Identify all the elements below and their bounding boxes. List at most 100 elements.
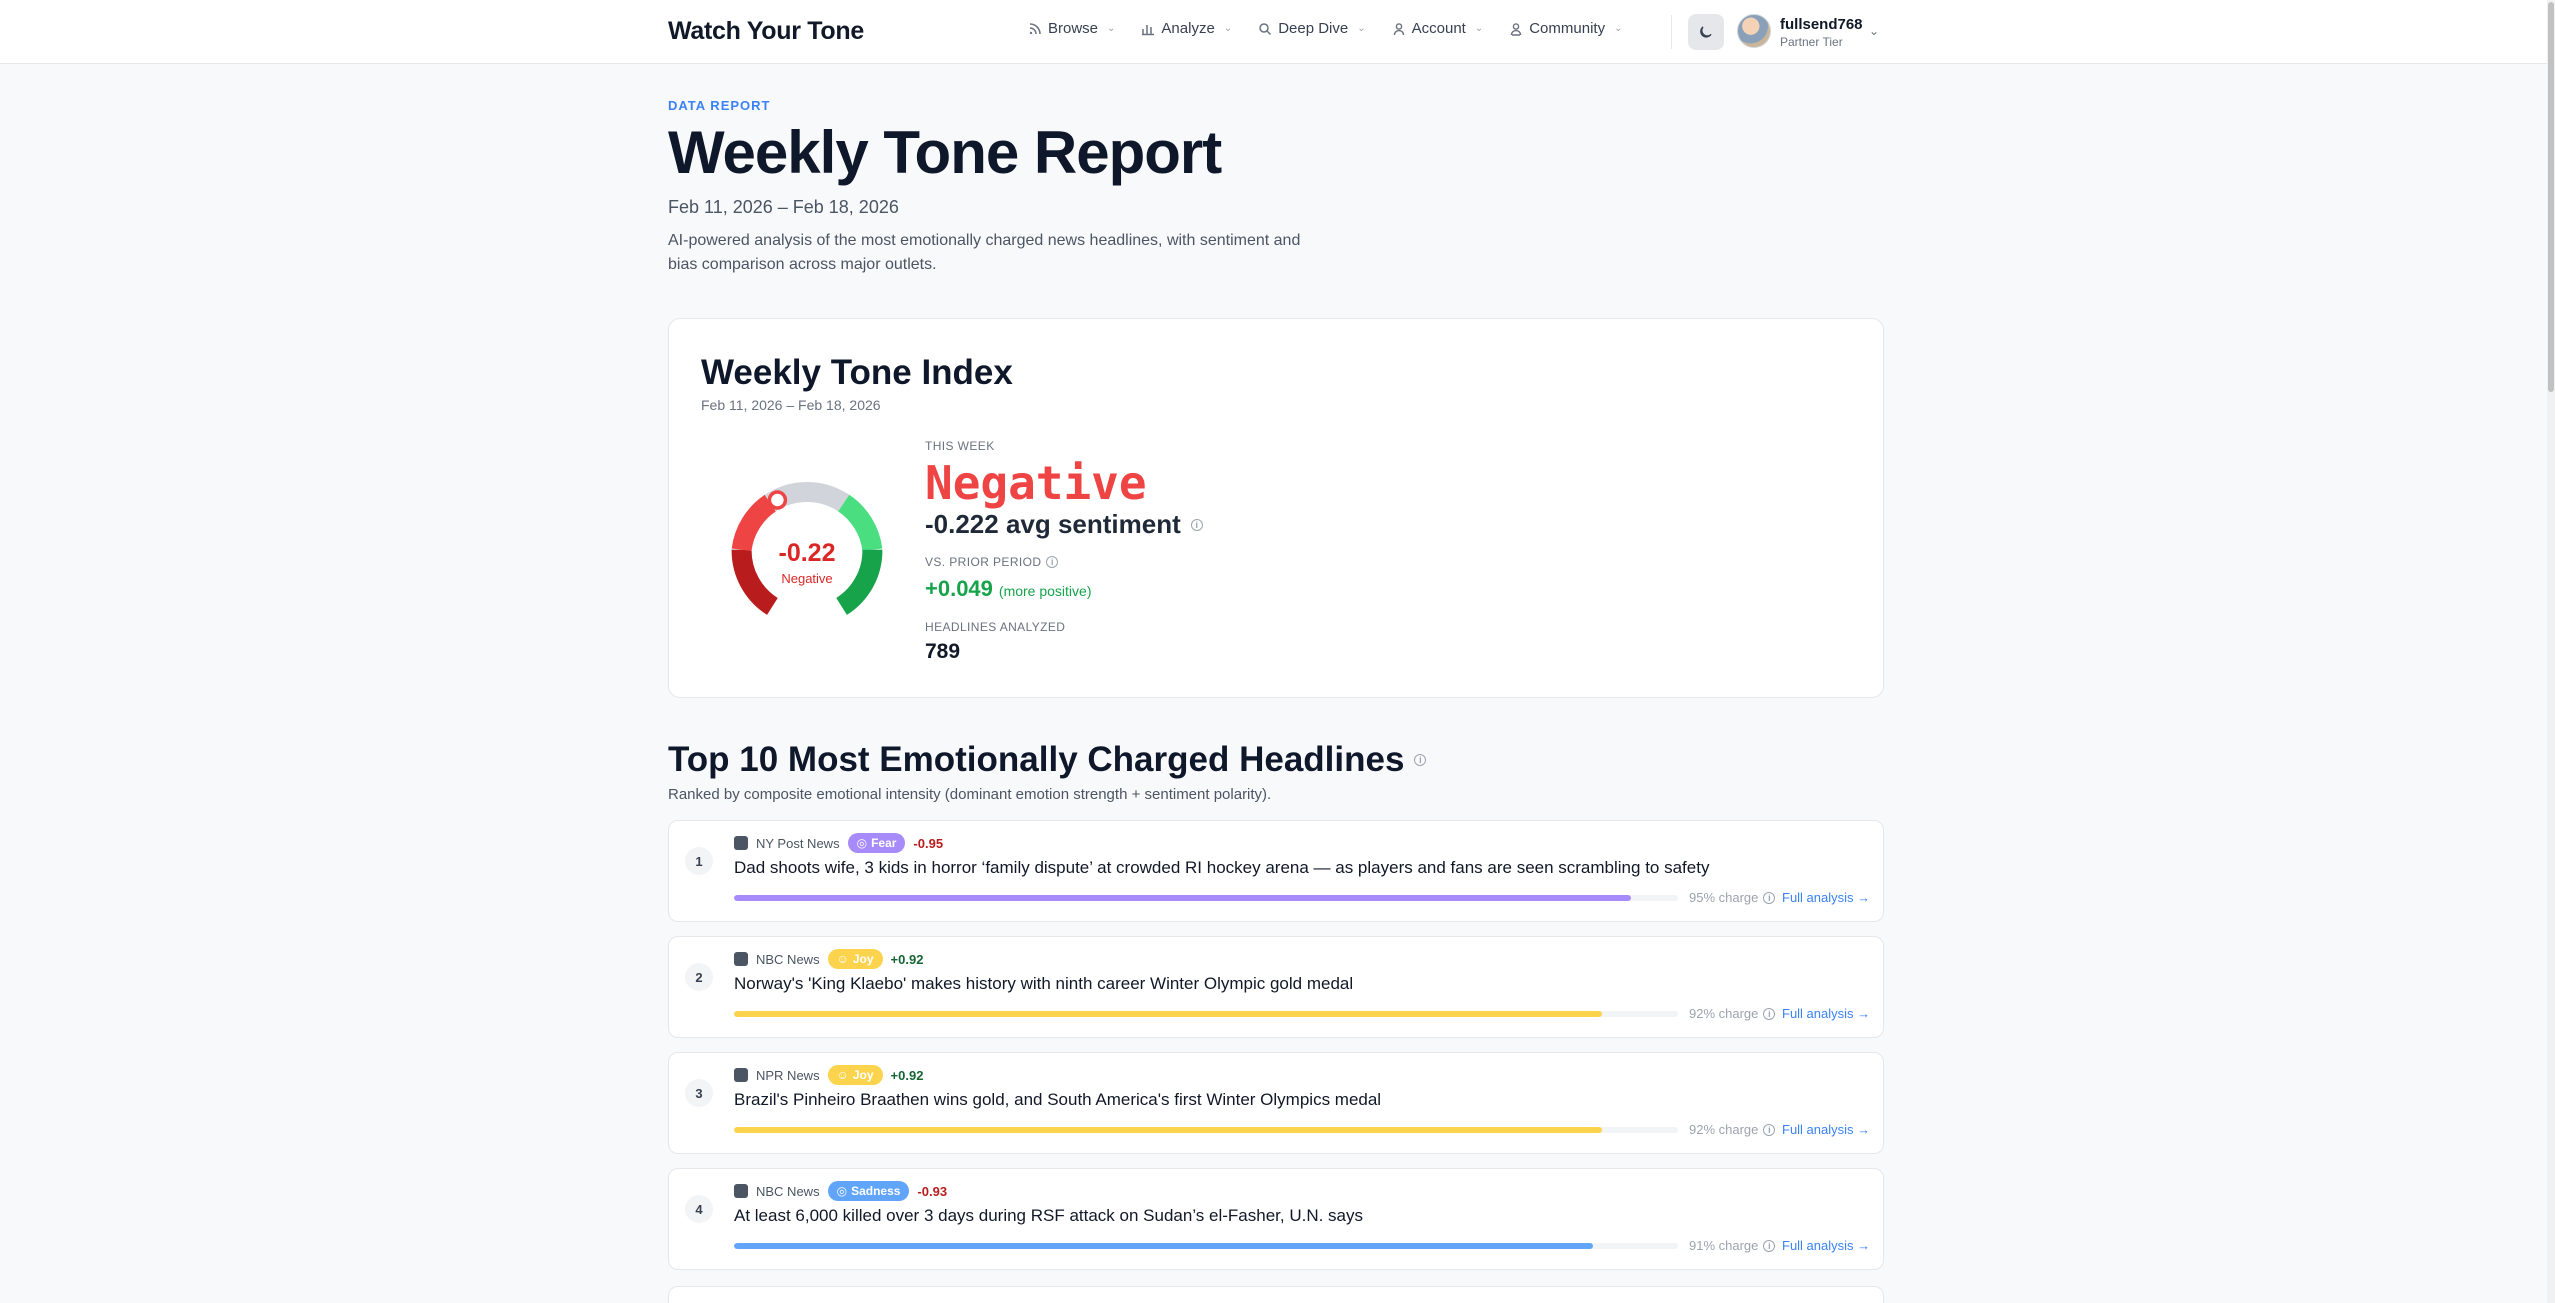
- headlines-count: 789: [925, 640, 961, 663]
- emotion-badge: ◎ Fear: [847, 833, 906, 853]
- eyebrow-label: DATA REPORT: [668, 98, 771, 113]
- chevron-down-icon: ⌄: [1474, 23, 1484, 34]
- main-menu: Browse ⌄ Analyze ⌄ Deep Dive ⌄ Account ⌄ Com…: [1028, 20, 1622, 37]
- info-icon[interactable]: i: [1190, 518, 1203, 531]
- report-date-range: Feb 11, 2026 – Feb 18, 2026: [668, 197, 899, 217]
- moon-icon: [1700, 26, 1712, 38]
- emotion-label: Joy: [852, 1068, 874, 1082]
- headline-text[interactable]: At least 6,000 killed over 3 days during…: [734, 1206, 1363, 1226]
- charge-text: 91% charge: [1689, 1238, 1759, 1253]
- this-week-label: THIS WEEK: [925, 439, 995, 453]
- rank-badge: 1: [685, 847, 713, 875]
- avatar[interactable]: [1737, 14, 1771, 48]
- tone-index-title: Weekly Tone Index: [701, 353, 1013, 392]
- charge-fill: [734, 1011, 1603, 1017]
- user-name[interactable]: fullsend768: [1780, 16, 1863, 33]
- info-icon[interactable]: i: [1763, 891, 1776, 904]
- tone-index-dates: Feb 11, 2026 – Feb 18, 2026: [701, 397, 881, 413]
- menu-account[interactable]: Account ⌄: [1392, 20, 1484, 37]
- emotion-dot-icon: ☺: [836, 952, 849, 966]
- avg-sentiment: -0.222 avg sentiment i: [925, 509, 1203, 540]
- rank-badge: 3: [685, 1079, 713, 1107]
- emotion-label: Fear: [871, 836, 897, 850]
- vs-prior-label: VS. PRIOR PERIOD: [925, 555, 1042, 569]
- charge-fill: [734, 895, 1631, 901]
- full-analysis-link[interactable]: Full analysis →: [1782, 890, 1870, 905]
- headline-text[interactable]: Dad shoots wife, 3 kids in horror ‘famil…: [734, 858, 1709, 878]
- headline-meta: NPR News ☺ Joy +0.92: [734, 1065, 923, 1085]
- sentiment-score: +0.92: [890, 951, 924, 967]
- menu-community[interactable]: Community ⌄: [1509, 20, 1622, 37]
- vs-prior-label-row: VS. PRIOR PERIOD i: [925, 555, 1059, 569]
- headline-meta: NBC News ◎ Sadness -0.93: [734, 1181, 947, 1201]
- full-analysis-link[interactable]: Full analysis →: [1782, 1006, 1870, 1021]
- menu-label: Community: [1529, 20, 1606, 37]
- info-icon[interactable]: i: [1046, 556, 1059, 568]
- source-logo-icon: [734, 952, 748, 966]
- emotion-badge: ☺ Joy: [827, 1065, 883, 1085]
- menu-label: Deep Dive: [1278, 20, 1349, 37]
- headline-row[interactable]: 1 NY Post News ◎ Fear -0.95 Dad shoots wi…: [668, 820, 1884, 922]
- headline-row-partial[interactable]: [668, 1286, 1884, 1303]
- charge-label: 92% charge i: [1689, 1006, 1776, 1021]
- scrollbar-thumb[interactable]: [2548, 2, 2554, 392]
- info-icon[interactable]: i: [1763, 1007, 1776, 1020]
- top-nav: Watch Your Tone Browse ⌄ Analyze ⌄ Deep Di…: [0, 0, 2555, 64]
- headline-text[interactable]: Norway's 'King Klaebo' makes history wit…: [734, 974, 1353, 994]
- page-title: Weekly Tone Report: [668, 119, 1222, 186]
- emotion-label: Joy: [852, 952, 874, 966]
- info-icon[interactable]: i: [1763, 1239, 1776, 1252]
- tone-index-card: Weekly Tone Index Feb 11, 2026 – Feb 18,…: [668, 318, 1884, 698]
- sentiment-score: +0.92: [890, 1067, 924, 1083]
- theme-toggle-button[interactable]: [1688, 14, 1724, 50]
- charge-track: [734, 1011, 1678, 1017]
- full-analysis-link[interactable]: Full analysis →: [1782, 1238, 1870, 1253]
- source-logo-icon: [734, 836, 748, 850]
- source-name: NPR News: [756, 1067, 820, 1083]
- user-tier: Partner Tier: [1780, 35, 1843, 49]
- charge-track: [734, 895, 1678, 901]
- gauge-value: -0.22: [779, 539, 836, 567]
- emotion-dot-icon: ◎: [836, 1184, 848, 1198]
- headline-text[interactable]: Brazil's Pinheiro Braathen wins gold, an…: [734, 1090, 1381, 1110]
- menu-analyze[interactable]: Analyze ⌄: [1141, 20, 1232, 37]
- bar-chart-icon: [1142, 24, 1155, 35]
- top10-title: Top 10 Most Emotionally Charged Headline…: [668, 740, 1405, 779]
- headline-row[interactable]: 4 NBC News ◎ Sadness -0.93 At least 6,000…: [668, 1168, 1884, 1270]
- headlines-label: HEADLINES ANALYZED: [925, 620, 1066, 634]
- charge-fill: [734, 1243, 1594, 1249]
- chevron-down-icon: ⌄: [1357, 23, 1366, 34]
- brand-logo[interactable]: Watch Your Tone: [668, 17, 864, 46]
- gauge-marker: [767, 490, 788, 510]
- source-logo-icon: [734, 1184, 748, 1198]
- gauge-segment-negative: [731, 494, 777, 552]
- avg-sentiment-text: -0.222 avg sentiment: [925, 509, 1181, 539]
- charge-text: 92% charge: [1689, 1006, 1759, 1021]
- sentiment-score: -0.93: [917, 1183, 948, 1199]
- menu-label: Account: [1411, 20, 1466, 37]
- source-name: NY Post News: [756, 835, 840, 851]
- sentiment-score: -0.95: [913, 835, 944, 851]
- magnifier-icon: [1259, 22, 1272, 35]
- headline-row[interactable]: 3 NPR News ☺ Joy +0.92 Brazil's Pinheiro …: [668, 1052, 1884, 1154]
- report-intro: AI-powered analysis of the most emotiona…: [668, 232, 1301, 273]
- info-icon[interactable]: i: [1414, 754, 1427, 766]
- rss-icon: [1029, 22, 1041, 34]
- top10-title-row: Top 10 Most Emotionally Charged Headline…: [668, 740, 1427, 780]
- charge-label: 92% charge i: [1689, 1122, 1776, 1137]
- charge-label: 91% charge i: [1689, 1238, 1776, 1253]
- headline-row[interactable]: 2 NBC News ☺ Joy +0.92 Norway's 'King Kla…: [668, 936, 1884, 1038]
- tone-gauge: -0.22 Negative: [731, 481, 883, 615]
- top10-subtitle: Ranked by composite emotional intensity …: [668, 786, 1272, 803]
- chevron-down-icon[interactable]: ⌄: [1869, 24, 1879, 38]
- info-icon[interactable]: i: [1763, 1123, 1776, 1136]
- source-name: NBC News: [756, 951, 820, 967]
- user-icon: [1393, 22, 1404, 35]
- source-logo-icon: [734, 1068, 748, 1082]
- charge-track: [734, 1243, 1678, 1249]
- users-icon: [1511, 22, 1522, 36]
- menu-browse[interactable]: Browse ⌄: [1028, 20, 1115, 37]
- full-analysis-link[interactable]: Full analysis →: [1782, 1122, 1870, 1137]
- delta-note: (more positive): [998, 583, 1092, 599]
- menu-deep-dive[interactable]: Deep Dive ⌄: [1258, 20, 1366, 37]
